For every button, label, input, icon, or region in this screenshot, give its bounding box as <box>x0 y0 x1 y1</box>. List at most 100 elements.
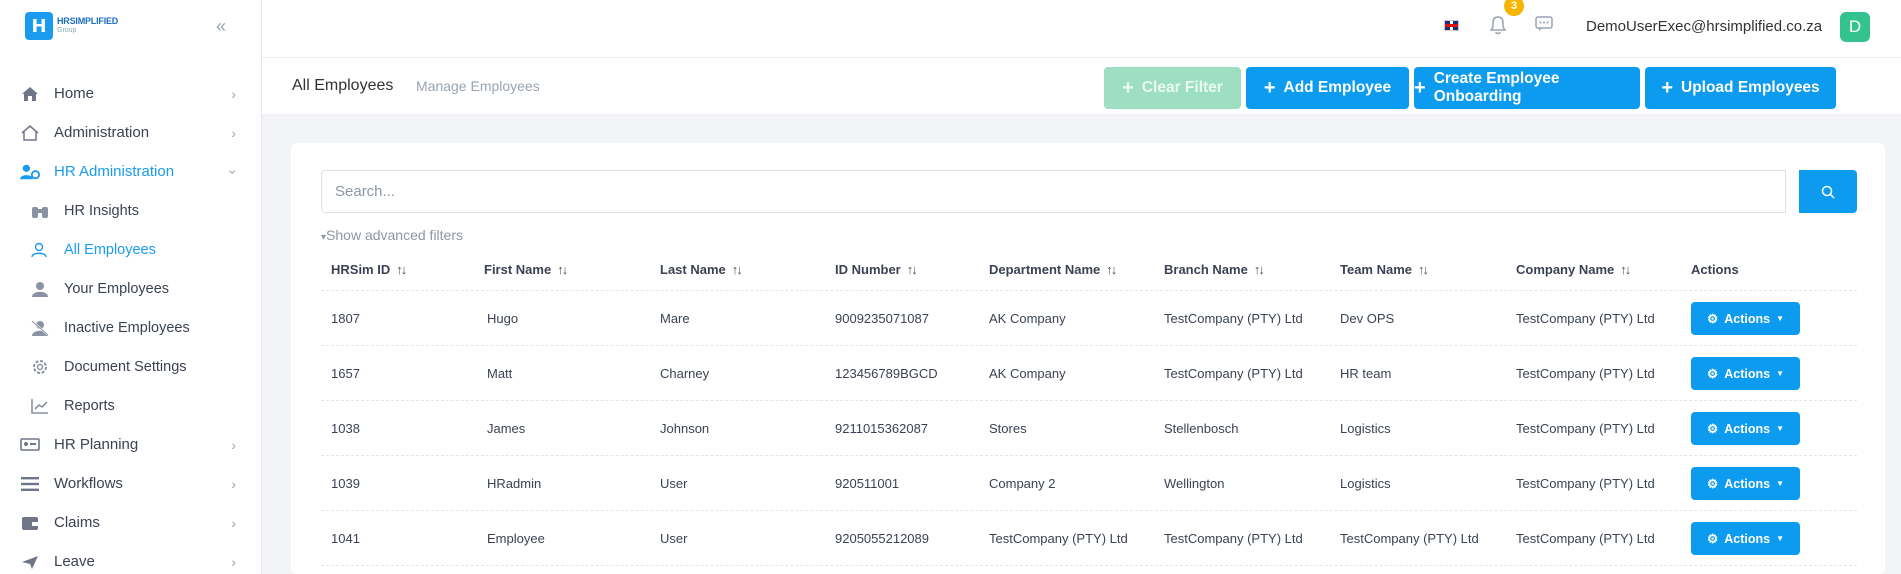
chat-icon[interactable] <box>1535 16 1553 37</box>
column-header-hrsim-id[interactable]: HRSim ID ↑↓ <box>331 262 407 277</box>
column-header-team-name[interactable]: Team Name ↑↓ <box>1340 262 1429 277</box>
chevron-right-icon: › <box>231 124 236 141</box>
cell-company: TestCompany (PTY) Ltd <box>1516 311 1655 326</box>
sidebar-item-reports[interactable]: Reports <box>0 386 262 425</box>
sidebar-item-label: Reports <box>64 397 115 414</box>
add-employee-button[interactable]: + Add Employee <box>1246 67 1409 109</box>
column-header-company-name[interactable]: Company Name ↑↓ <box>1516 262 1631 277</box>
actions-dropdown-button[interactable]: ⚙ Actions ▼ <box>1691 522 1800 555</box>
cell-last-name: Mare <box>660 311 690 326</box>
sidebar-nav: Home › Administration › HR Administratio… <box>0 74 262 574</box>
search-input[interactable] <box>322 171 1785 212</box>
logo[interactable]: H HRSIMPLIFIED Group <box>25 12 118 40</box>
button-label: Upload Employees <box>1681 79 1820 96</box>
cell-department: TestCompany (PTY) Ltd <box>989 531 1128 546</box>
cell-team: Logistics <box>1340 421 1391 436</box>
sidebar-item-document-settings[interactable]: Document Settings <box>0 347 262 386</box>
cell-id-number: 9211015362087 <box>835 421 929 436</box>
column-header-first-name[interactable]: First Name ↑↓ <box>484 262 568 277</box>
sidebar-item-label: HR Insights <box>64 202 139 219</box>
advanced-filters-label: Show advanced filters <box>326 227 463 243</box>
cell-hrsim-id: 1807 <box>331 311 360 326</box>
cell-branch: TestCompany (PTY) Ltd <box>1164 366 1303 381</box>
column-header-id-number[interactable]: ID Number ↑↓ <box>835 262 918 277</box>
search-button[interactable] <box>1799 170 1857 213</box>
sidebar-item-all-employees[interactable]: All Employees <box>0 230 262 269</box>
admin-home-icon <box>20 123 40 143</box>
button-label: Actions <box>1724 476 1771 491</box>
search-icon <box>1821 185 1835 199</box>
upload-employees-button[interactable]: + Upload Employees <box>1645 67 1836 109</box>
cell-team: TestCompany (PTY) Ltd <box>1340 531 1479 546</box>
show-advanced-filters-link[interactable]: ▾Show advanced filters <box>321 227 463 243</box>
caret-down-icon: ▼ <box>1776 369 1784 378</box>
column-header-department-name[interactable]: Department Name ↑↓ <box>989 262 1117 277</box>
table-header: HRSim ID ↑↓ First Name ↑↓ Last Name ↑↓ ID N… <box>321 247 1857 291</box>
column-header-branch-name[interactable]: Branch Name ↑↓ <box>1164 262 1265 277</box>
gear-icon: ⚙ <box>1707 312 1719 326</box>
chevron-down-icon: › <box>225 169 242 174</box>
actions-dropdown-button[interactable]: ⚙ Actions ▼ <box>1691 302 1800 335</box>
cell-team: Dev OPS <box>1340 311 1395 326</box>
sort-icon[interactable]: ↑↓ <box>557 262 568 277</box>
chart-line-icon <box>30 396 50 416</box>
plus-icon: + <box>1414 77 1426 99</box>
cell-id-number: 123456789BGCD <box>835 366 938 381</box>
create-onboarding-button[interactable]: + Create Employee Onboarding <box>1414 67 1640 109</box>
caret-down-icon: ▼ <box>1776 424 1784 433</box>
sort-icon[interactable]: ↑↓ <box>396 262 407 277</box>
sidebar-item-claims[interactable]: Claims › <box>0 503 262 542</box>
button-label: Create Employee Onboarding <box>1433 70 1560 105</box>
chevron-right-icon: › <box>231 514 236 531</box>
actions-dropdown-button[interactable]: ⚙ Actions ▼ <box>1691 467 1800 500</box>
user-email[interactable]: DemoUserExec@hrsimplified.co.za <box>1586 18 1822 35</box>
page-subtitle: Manage Employees <box>416 78 540 94</box>
sort-icon[interactable]: ↑↓ <box>1620 262 1631 277</box>
actions-dropdown-button[interactable]: ⚙ Actions ▼ <box>1691 357 1800 390</box>
cell-first-name: Matt <box>487 366 513 381</box>
collapse-sidebar-icon[interactable]: « <box>216 16 226 37</box>
users-cog-icon <box>20 162 40 182</box>
bell-icon[interactable] <box>1489 15 1507 40</box>
home-icon <box>20 84 40 104</box>
cell-company: TestCompany (PTY) Ltd <box>1516 366 1655 381</box>
button-label: Actions <box>1724 421 1771 436</box>
sidebar-item-label: Workflows <box>54 475 123 492</box>
chevron-right-icon: › <box>231 85 236 102</box>
clear-filter-button[interactable]: + Clear Filter <box>1104 67 1241 109</box>
logo-text: HRSIMPLIFIED <box>57 16 119 26</box>
caret-down-icon: ▼ <box>1776 479 1784 488</box>
sort-icon[interactable]: ↑↓ <box>1254 262 1265 277</box>
sidebar-item-administration[interactable]: Administration › <box>0 113 262 152</box>
avatar[interactable]: D <box>1840 12 1870 42</box>
table-row: 1807 Hugo Mare 9009235071087 AK Company … <box>321 291 1857 346</box>
cell-first-name: James <box>487 421 526 436</box>
sort-icon[interactable]: ↑↓ <box>907 262 918 277</box>
sidebar-item-inactive-employees[interactable]: Inactive Employees <box>0 308 262 347</box>
cell-id-number: 9009235071087 <box>835 311 929 326</box>
cell-team: Logistics <box>1340 476 1391 491</box>
sidebar-item-your-employees[interactable]: Your Employees <box>0 269 262 308</box>
plus-icon: + <box>1122 77 1134 99</box>
cell-team: HR team <box>1340 366 1392 381</box>
sort-icon[interactable]: ↑↓ <box>1418 262 1429 277</box>
cell-company: TestCompany (PTY) Ltd <box>1516 476 1655 491</box>
column-header-last-name[interactable]: Last Name ↑↓ <box>660 262 743 277</box>
cell-branch: TestCompany (PTY) Ltd <box>1164 311 1303 326</box>
sidebar-item-hr-insights[interactable]: HR Insights <box>0 191 262 230</box>
list-icon <box>20 474 40 494</box>
sidebar-item-workflows[interactable]: Workflows › <box>0 464 262 503</box>
sort-icon[interactable]: ↑↓ <box>732 262 743 277</box>
sidebar-item-label: Administration <box>54 124 150 141</box>
sidebar-item-home[interactable]: Home › <box>0 74 262 113</box>
uk-flag-icon[interactable] <box>1444 20 1459 31</box>
notification-badge: 3 <box>1504 0 1524 16</box>
cell-hrsim-id: 1038 <box>331 421 360 436</box>
sidebar-item-hr-administration[interactable]: HR Administration › <box>0 152 262 191</box>
sort-icon[interactable]: ↑↓ <box>1106 262 1117 277</box>
sidebar-item-leave[interactable]: Leave › <box>0 542 262 574</box>
sidebar-item-label: Document Settings <box>64 358 187 375</box>
sidebar-item-hr-planning[interactable]: HR Planning › <box>0 425 262 464</box>
actions-dropdown-button[interactable]: ⚙ Actions ▼ <box>1691 412 1800 445</box>
cell-last-name: Charney <box>660 366 710 381</box>
